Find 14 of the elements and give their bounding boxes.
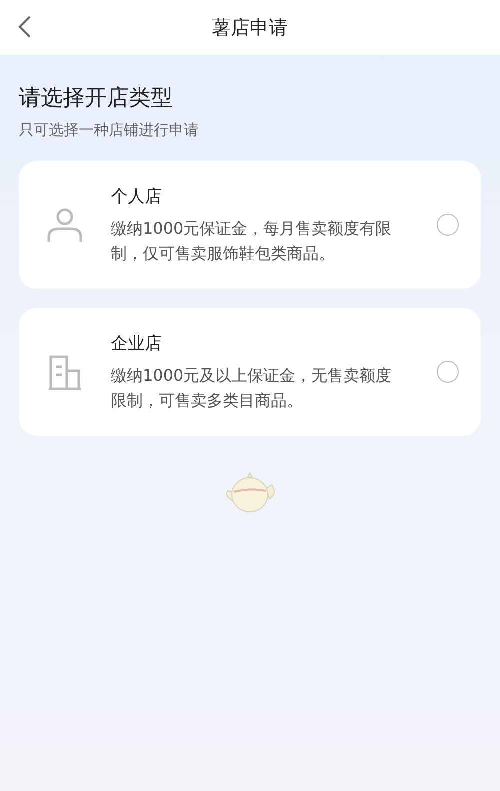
- back-icon[interactable]: [18, 15, 32, 39]
- section-subheading: 只可选择一种店铺进行申请: [19, 121, 200, 140]
- page-title: 薯店申请: [212, 16, 288, 40]
- card-description: 缴纳1000元保证金，每月售卖额度有限制，仅可售卖服饰鞋包类商品。: [111, 218, 393, 264]
- radio-button[interactable]: [437, 361, 459, 383]
- card-description: 缴纳1000元及以上保证金，无售卖额度限制，可售卖多类目商品。: [111, 364, 393, 412]
- section-heading: 请选择开店类型: [19, 85, 174, 113]
- store-type-card[interactable]: 个人店 缴纳1000元保证金，每月售卖额度有限制，仅可售卖服饰鞋包类商品。: [19, 161, 481, 289]
- radio-button[interactable]: [437, 214, 459, 236]
- store-type-card[interactable]: 企业店 缴纳1000元及以上保证金，无售卖额度限制，可售卖多类目商品。: [19, 308, 481, 436]
- card-title: 个人店: [111, 186, 163, 208]
- person-icon: [47, 207, 83, 243]
- card-title: 企业店: [111, 332, 163, 354]
- building-icon: [47, 353, 83, 391]
